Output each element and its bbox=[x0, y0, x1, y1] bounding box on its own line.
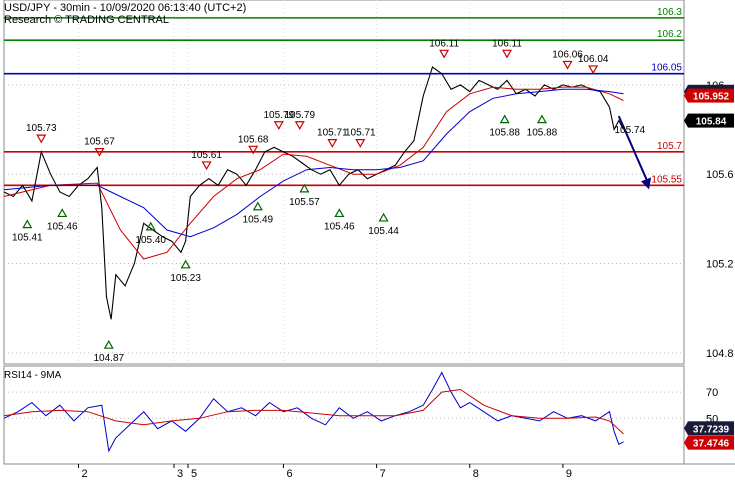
value-box-pointer bbox=[684, 113, 688, 128]
value-box-label: 105.84 bbox=[696, 117, 727, 128]
chart-subtitle: Research © TRADING CENTRAL bbox=[4, 14, 169, 26]
x-tick-label: 8 bbox=[473, 468, 479, 480]
high-marker-label: 105.71 bbox=[345, 128, 376, 139]
high-marker-label: 105.67 bbox=[84, 137, 115, 148]
high-marker-label: 106.11 bbox=[429, 38, 459, 49]
high-marker-label: 105.79 bbox=[284, 110, 315, 121]
high-marker-label: 105.71 bbox=[317, 128, 348, 139]
value-box-pointer bbox=[684, 421, 688, 436]
price-y-tick: 105.6 bbox=[706, 169, 734, 181]
level-label-105.55: 105.55 bbox=[651, 174, 682, 185]
x-tick-label: 2 bbox=[82, 468, 88, 480]
low-marker-label: 105.23 bbox=[170, 273, 201, 284]
chart-canvas: 106.3 106.2 106.05 105.7 105.55 105.74 105.7… bbox=[3, 0, 735, 480]
indicator-title: RSI14 - 9MA bbox=[4, 370, 62, 381]
low-marker-label: 105.41 bbox=[12, 233, 43, 244]
level-label-106.2: 106.2 bbox=[657, 29, 682, 40]
level-label-106.05: 106.05 bbox=[651, 63, 682, 74]
low-marker-label: 105.46 bbox=[47, 221, 78, 232]
value-box-pointer bbox=[684, 435, 688, 450]
low-marker-label: 105.40 bbox=[135, 235, 166, 246]
high-marker-label: 105.68 bbox=[238, 134, 269, 145]
value-box-label: 37.4746 bbox=[693, 439, 730, 450]
high-marker-label: 106.11 bbox=[492, 38, 522, 49]
low-marker-label: 104.87 bbox=[93, 353, 124, 364]
value-box-label: 37.7239 bbox=[693, 424, 730, 435]
level-label-105.7: 105.7 bbox=[657, 141, 682, 152]
level-label-106.3: 106.3 bbox=[657, 7, 682, 18]
x-tick-label: 9 bbox=[566, 468, 572, 480]
price-y-tick: 105.2 bbox=[706, 259, 734, 271]
high-marker-label: 105.73 bbox=[26, 123, 57, 134]
low-marker-label: 105.88 bbox=[527, 128, 558, 139]
indicator-panel-frame bbox=[3, 365, 685, 465]
price-y-tick: 104.8 bbox=[706, 348, 734, 360]
value-box-label: 105.952 bbox=[693, 92, 730, 103]
chart-title: USD/JPY - 30min - 10/09/2020 06:13:40 (U… bbox=[4, 2, 246, 14]
low-marker-label: 105.49 bbox=[243, 215, 274, 226]
low-marker-label: 105.88 bbox=[489, 128, 520, 139]
low-marker-label: 105.46 bbox=[324, 221, 355, 232]
rsi-y-tick: 70 bbox=[706, 387, 718, 399]
high-marker-label: 105.61 bbox=[191, 150, 222, 161]
x-tick-label: 3 bbox=[177, 468, 183, 480]
projection-label: 105.74 bbox=[614, 125, 645, 136]
x-tick-label: 5 bbox=[191, 468, 197, 480]
x-tick-label: 7 bbox=[380, 468, 386, 480]
low-marker-label: 105.57 bbox=[289, 197, 320, 208]
low-marker-label: 105.44 bbox=[368, 226, 399, 237]
high-marker-label: 106.04 bbox=[578, 54, 609, 65]
x-tick-label: 6 bbox=[286, 468, 292, 480]
